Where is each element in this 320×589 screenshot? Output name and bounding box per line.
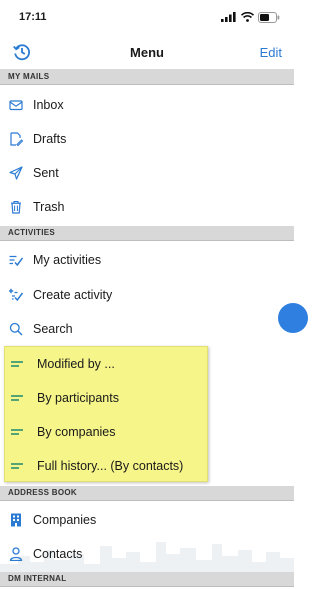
activities-checklist-icon	[9, 255, 23, 267]
status-bar: 17:11	[0, 0, 294, 34]
menu-item-inbox[interactable]: Inbox	[0, 88, 294, 122]
section-header-my-mails: MY MAILS	[0, 70, 294, 85]
list-icon	[11, 429, 23, 435]
menu-item-label: Create activity	[33, 288, 113, 302]
list-icon	[11, 395, 23, 401]
menu-item-sent[interactable]: Sent	[0, 156, 294, 190]
menu-item-label: Search	[33, 322, 73, 336]
menu-item-label: Sent	[33, 166, 59, 180]
drafts-icon	[10, 132, 23, 146]
menu-item-contacts[interactable]: Contacts	[0, 537, 294, 571]
list-icon	[11, 463, 23, 469]
menu-item-create-activity[interactable]: Create activity	[0, 278, 294, 312]
list-icon	[11, 361, 23, 367]
menu-item-search[interactable]: Search	[0, 312, 294, 346]
menu-item-label: Companies	[33, 513, 97, 527]
filter-item-modified-by[interactable]: Modified by ...	[5, 347, 207, 381]
section-header-activities: ACTIVITIES	[0, 226, 294, 241]
trash-icon	[11, 200, 21, 214]
edit-button[interactable]: Edit	[260, 45, 282, 60]
navigation-bar: Menu Edit	[0, 34, 294, 70]
filter-item-label: Modified by ...	[37, 357, 115, 371]
filter-item-full-history[interactable]: Full history... (By contacts)	[5, 449, 207, 483]
create-activity-icon	[9, 288, 23, 302]
floating-action-button[interactable]	[278, 303, 308, 333]
wifi-icon	[241, 12, 254, 22]
menu-item-label: My activities	[33, 253, 102, 267]
inbox-icon	[9, 100, 23, 111]
menu-item-label: Drafts	[33, 132, 67, 146]
search-icon	[9, 322, 23, 336]
menu-item-label: Trash	[33, 200, 65, 214]
filter-item-by-companies[interactable]: By companies	[5, 415, 207, 449]
menu-item-drafts[interactable]: Drafts	[0, 122, 294, 156]
sent-icon	[9, 166, 23, 180]
menu-item-companies[interactable]: Companies	[0, 503, 294, 537]
section-title: MY MAILS	[8, 72, 50, 81]
menu-item-my-activities[interactable]: My activities	[0, 243, 294, 277]
section-header-dm-internal: DM INTERNAL	[0, 572, 294, 587]
status-time: 17:11	[19, 11, 47, 23]
section-title: DM INTERNAL	[8, 574, 67, 583]
filter-item-label: By companies	[37, 425, 116, 439]
section-title: ADDRESS BOOK	[8, 488, 77, 497]
menu-item-label: Contacts	[33, 547, 83, 561]
menu-item-label: Inbox	[33, 98, 64, 112]
building-icon	[11, 513, 21, 527]
filter-item-label: Full history... (By contacts)	[37, 459, 184, 473]
section-header-address-book: ADDRESS BOOK	[0, 486, 294, 501]
status-icons	[221, 11, 280, 23]
highlighted-filters-panel: Modified by ... By participants By compa…	[4, 346, 208, 482]
filter-item-by-participants[interactable]: By participants	[5, 381, 207, 415]
battery-icon	[258, 11, 280, 23]
section-title: ACTIVITIES	[8, 228, 56, 237]
filter-item-label: By participants	[37, 391, 119, 405]
cellular-signal-icon	[221, 12, 236, 22]
page-title: Menu	[130, 45, 164, 60]
menu-item-trash[interactable]: Trash	[0, 190, 294, 224]
person-icon	[9, 547, 23, 561]
